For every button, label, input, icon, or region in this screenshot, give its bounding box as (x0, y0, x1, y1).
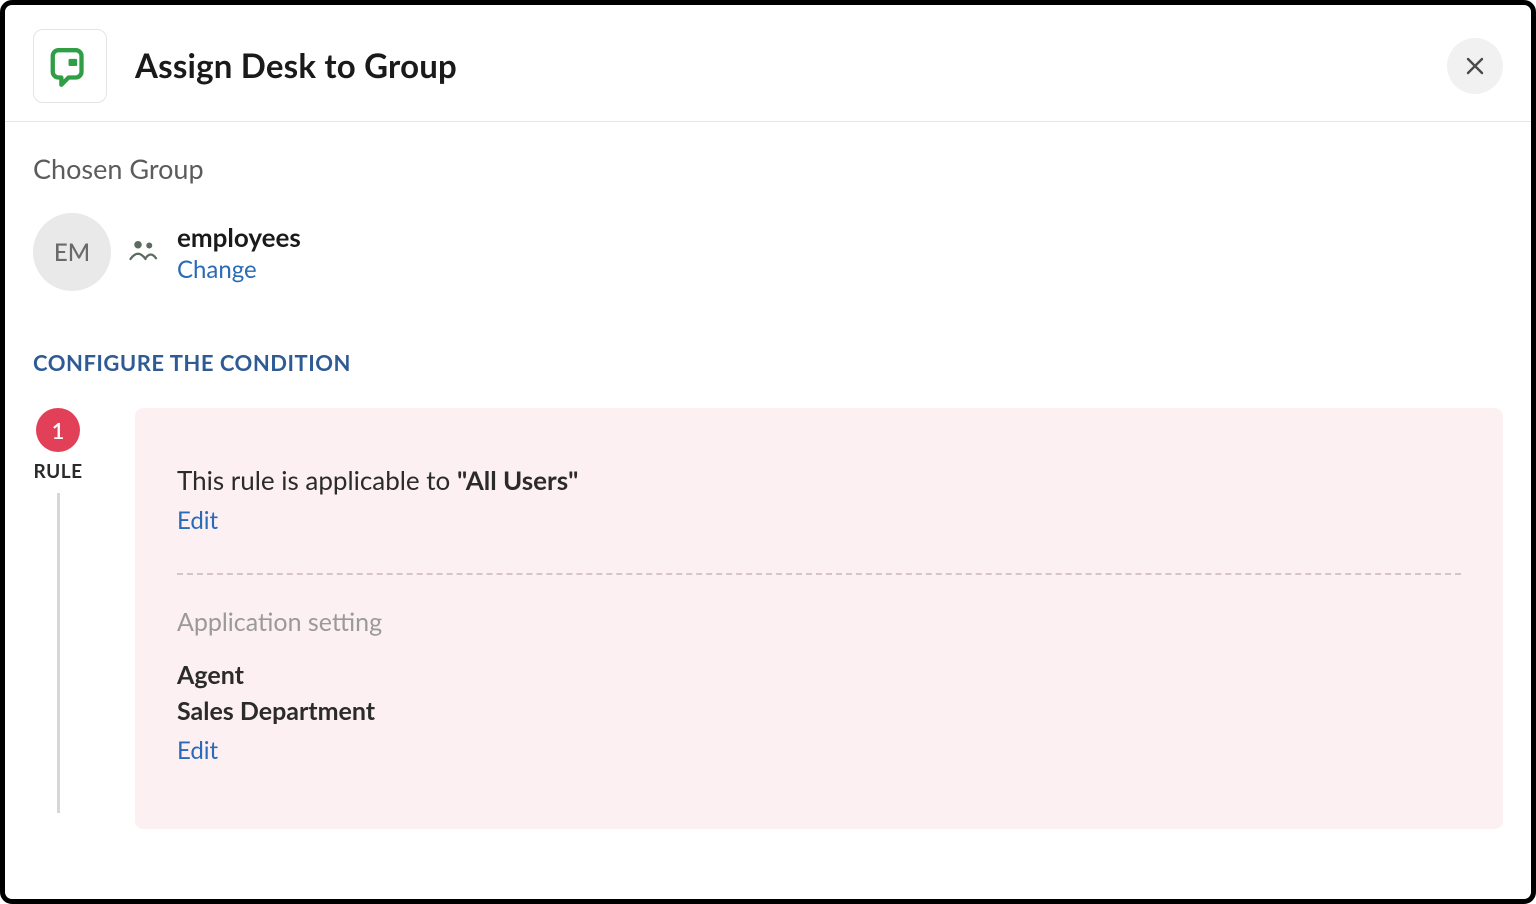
change-group-link[interactable]: Change (177, 255, 301, 284)
role-value: Agent (177, 657, 1461, 693)
modal-inner: Assign Desk to Group Chosen Group EM (5, 5, 1531, 899)
modal-header: Assign Desk to Group (5, 5, 1531, 122)
rule-applies-prefix: This rule is applicable to (177, 464, 457, 496)
app-logo (33, 29, 107, 103)
desk-logo-icon (47, 43, 93, 89)
rule-badge-column: 1 RULE (33, 408, 83, 813)
rule-applies-text: This rule is applicable to "All Users" (177, 464, 1461, 496)
modal-frame: Assign Desk to Group Chosen Group EM (0, 0, 1536, 904)
group-icon (129, 238, 159, 266)
edit-rule-scope-link[interactable]: Edit (177, 506, 218, 535)
modal-content: Chosen Group EM employees Change Configu (5, 122, 1531, 829)
group-name: employees (177, 221, 301, 253)
rule-card: This rule is applicable to "All Users" E… (135, 408, 1503, 829)
rule-timeline-line (57, 493, 60, 813)
close-button[interactable] (1447, 38, 1503, 94)
page-title: Assign Desk to Group (135, 46, 1447, 86)
rule-divider (177, 573, 1461, 575)
rule-applies-target: "All Users" (457, 464, 578, 496)
chosen-group-label: Chosen Group (33, 152, 1503, 185)
department-value: Sales Department (177, 693, 1461, 729)
rule-number-badge: 1 (36, 408, 80, 452)
rule-area: 1 RULE This rule is applicable to "All U… (33, 408, 1503, 829)
chosen-group-row: EM employees Change (33, 213, 1503, 291)
edit-application-setting-link[interactable]: Edit (177, 736, 218, 765)
configure-condition-heading: Configure the Condition (33, 349, 1503, 376)
group-info: employees Change (177, 221, 301, 284)
close-icon (1463, 54, 1487, 78)
group-avatar: EM (33, 213, 111, 291)
application-setting-heading: Application setting (177, 607, 1461, 637)
rule-label: RULE (33, 460, 82, 483)
